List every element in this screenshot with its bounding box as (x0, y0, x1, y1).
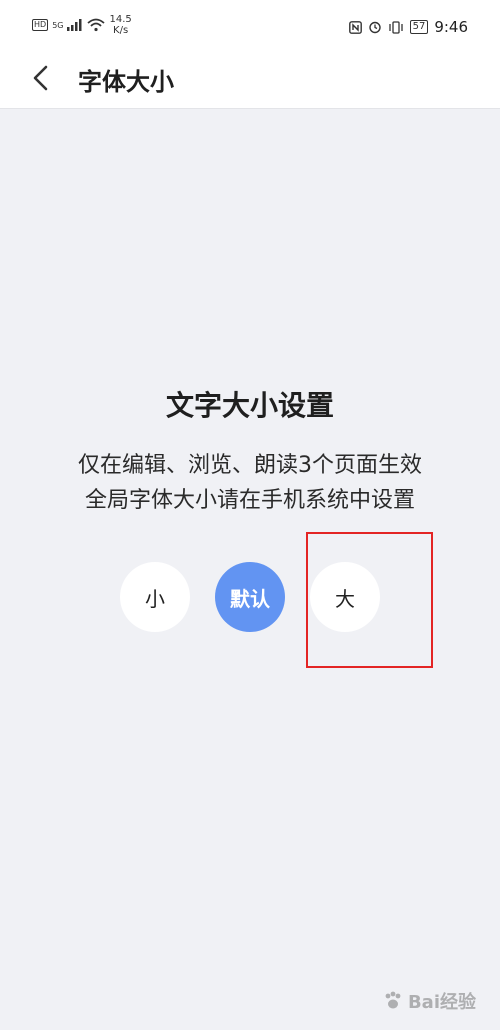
watermark: Bai经验 (382, 988, 476, 1014)
paw-icon (385, 991, 401, 1009)
wifi-icon (87, 18, 106, 32)
nfc-icon (348, 20, 362, 34)
description-line-2: 全局字体大小请在手机系统中设置 (84, 488, 415, 513)
font-size-default-button[interactable]: 默认 (215, 562, 285, 632)
status-right: 57 9:46 (348, 18, 468, 36)
alarm-icon (368, 21, 381, 34)
chevron-left-icon (33, 65, 48, 91)
cell-signal-icon (67, 19, 82, 31)
page-title: 字体大小 (78, 68, 174, 96)
annotation-highlight-box (306, 532, 433, 668)
network-speed-unit: K/s (113, 25, 129, 36)
back-button[interactable] (26, 62, 58, 94)
app-bar: 字体大小 (0, 48, 500, 109)
status-bar: HD 5G 14.5 K/s 57 9:46 (0, 0, 500, 48)
network-speed-value: 14.5 (109, 14, 132, 25)
description-line-1: 仅在编辑、浏览、朗读3个页面生效 (78, 453, 422, 478)
vibrate-icon (388, 20, 403, 34)
battery-indicator: 57 (409, 20, 429, 34)
watermark-text: Bai经验 (407, 992, 476, 1013)
settings-heading: 文字大小设置 (165, 389, 334, 422)
hd-badge: HD (32, 19, 49, 31)
font-size-small-button[interactable]: 小 (120, 562, 190, 632)
status-left: HD 5G 14.5 K/s (32, 14, 132, 36)
network-speed: 14.5 K/s (109, 14, 131, 36)
signal-label: 5G (52, 20, 64, 30)
status-time: 9:46 (434, 18, 468, 36)
